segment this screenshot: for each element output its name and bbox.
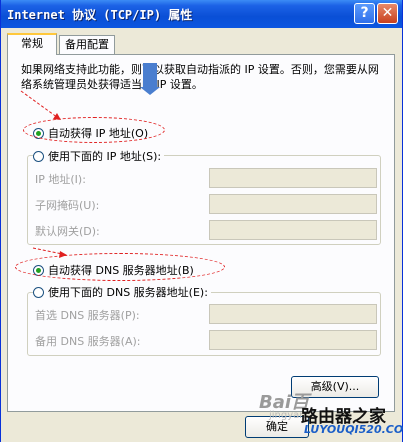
tab-general[interactable]: 常规 (7, 33, 57, 55)
luyouqi-url-watermark: LUYOUQI520.COM (304, 423, 403, 436)
tcpip-properties-dialog: Internet 协议 (TCP/IP) 属性 ? ✕ 常规 备用配置 如果网络… (0, 0, 403, 442)
annotation-arrow-ip (20, 90, 62, 121)
annotation-arrow-dns (32, 247, 68, 258)
